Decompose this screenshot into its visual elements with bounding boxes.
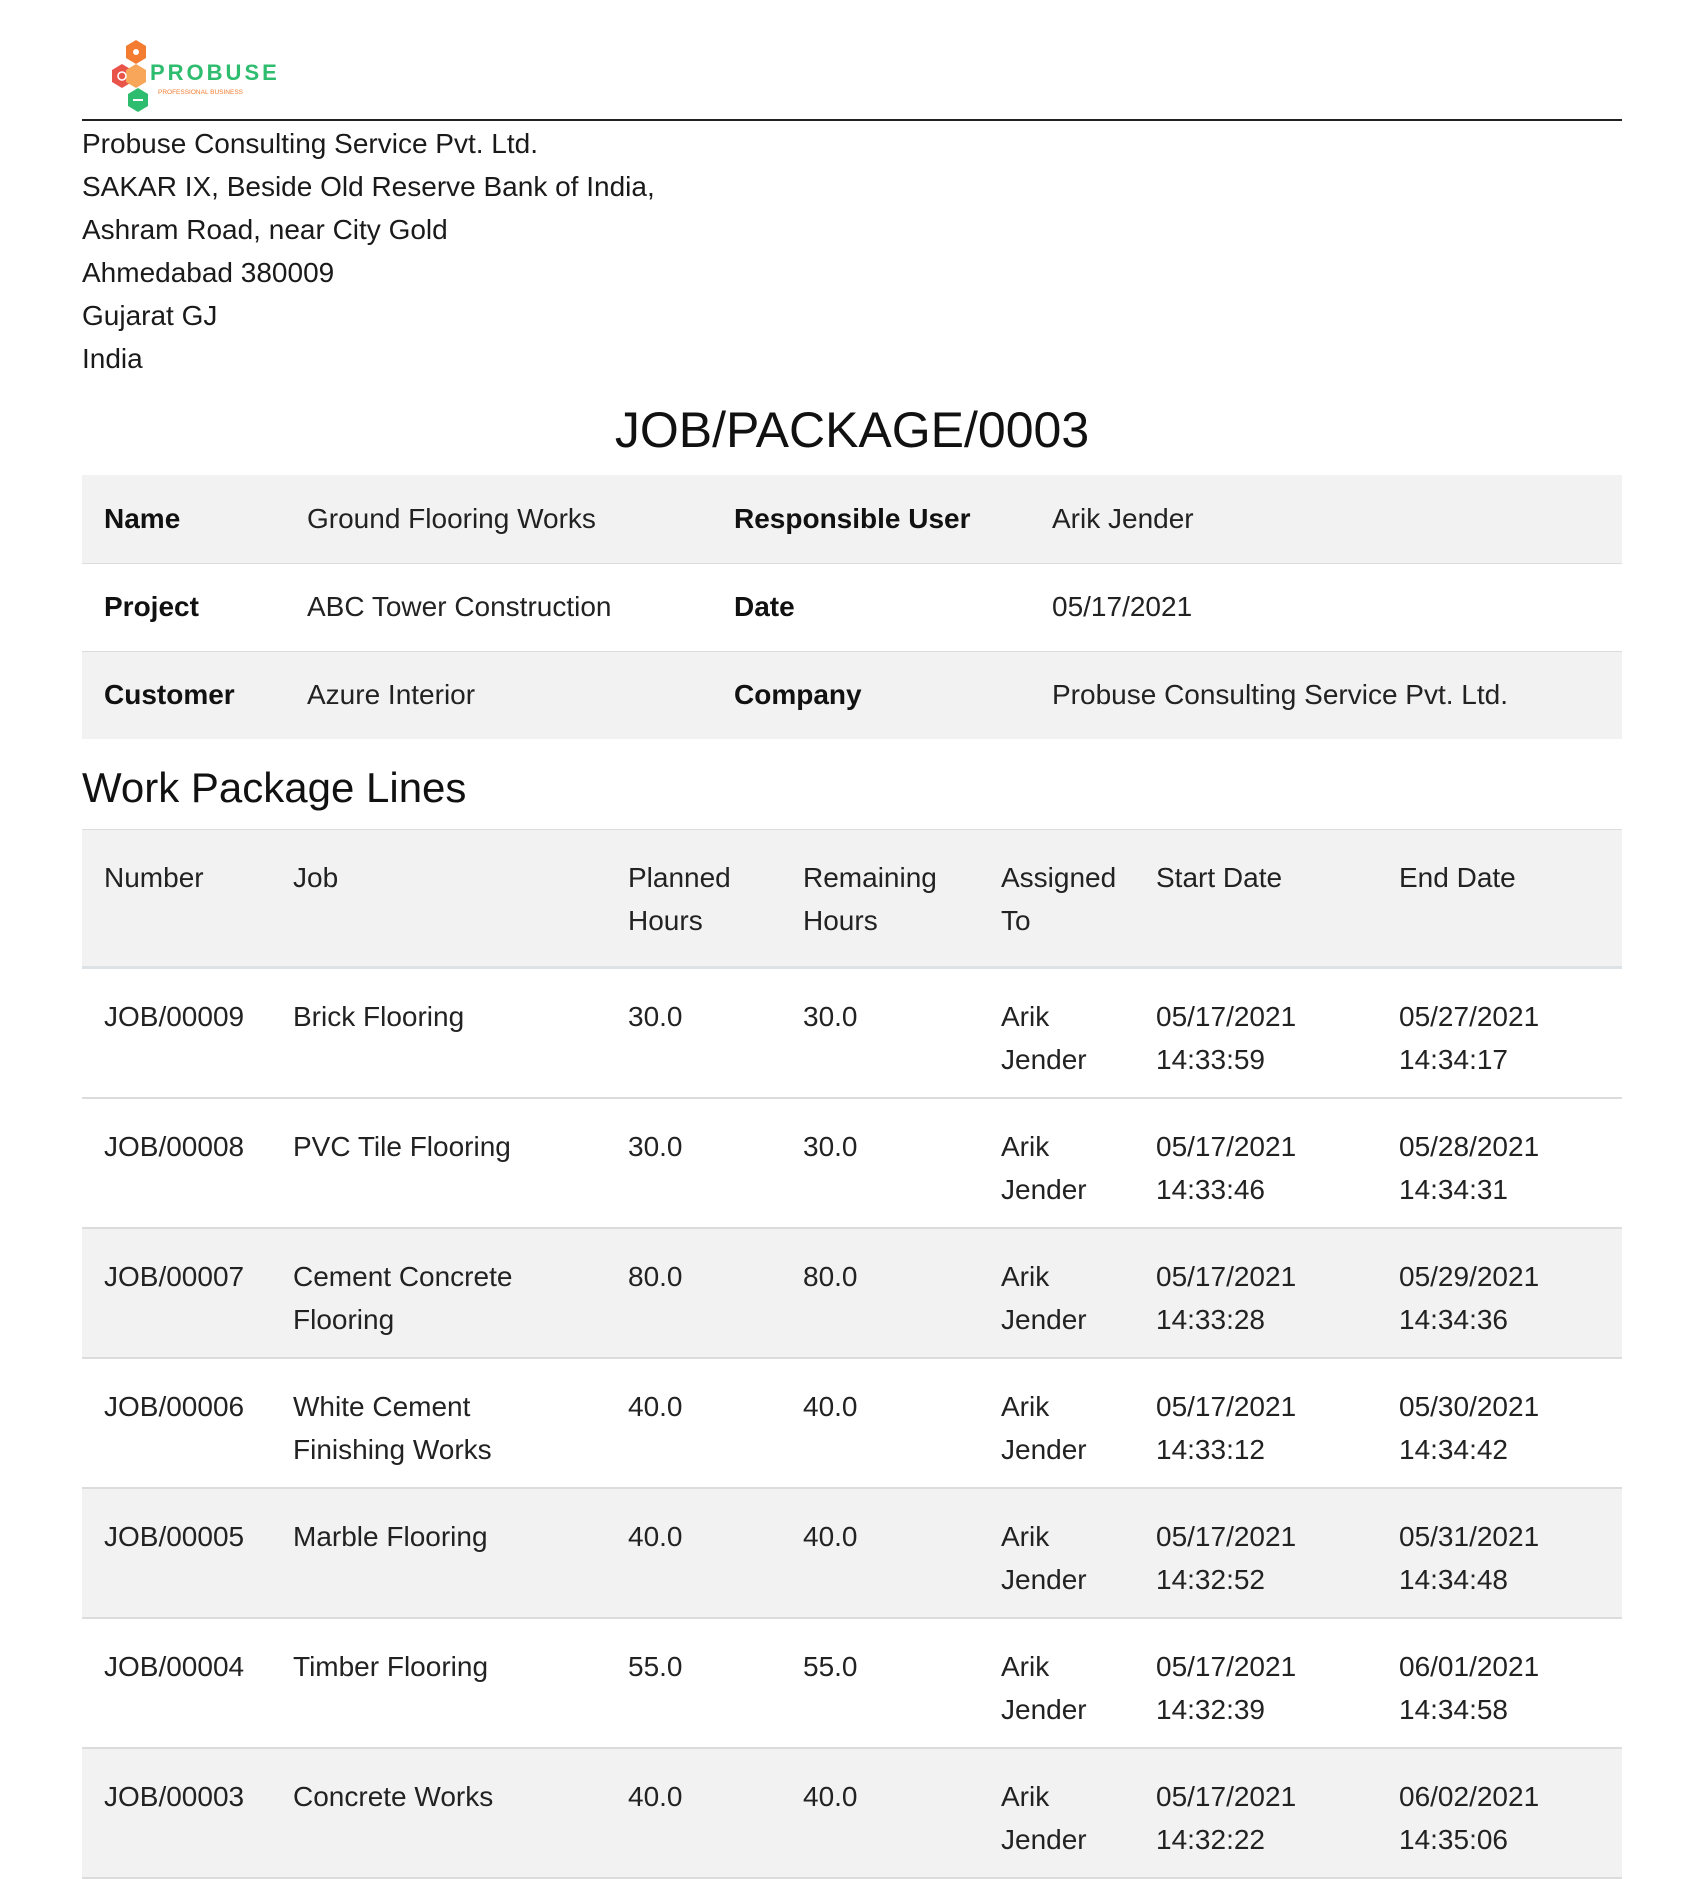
cell-start-date: 05/17/2021 14:33:46 bbox=[1134, 1097, 1377, 1229]
cell-number: JOB/00006 bbox=[82, 1357, 271, 1489]
cell-job: Brick Flooring bbox=[271, 967, 606, 1099]
cell-assigned-to: Arik Jender bbox=[979, 1617, 1134, 1749]
cell-planned-hours: 40.0 bbox=[606, 1747, 781, 1879]
cell-number: JOB/00007 bbox=[82, 1227, 271, 1359]
cell-remaining-hours: 30.0 bbox=[781, 1097, 979, 1229]
cell-number: JOB/00008 bbox=[82, 1097, 271, 1229]
svg-text:PROFESSIONAL BUSINESS: PROFESSIONAL BUSINESS bbox=[158, 89, 244, 96]
cell-planned-hours: 30.0 bbox=[606, 967, 781, 1099]
cell-start-date: 05/17/2021 14:32:22 bbox=[1134, 1747, 1377, 1879]
cell-planned-hours: 80.0 bbox=[606, 1227, 781, 1359]
table-row: JOB/00008 PVC Tile Flooring 30.0 30.0 Ar… bbox=[82, 1097, 1622, 1229]
project-value: ABC Tower Construction bbox=[285, 562, 712, 651]
cell-remaining-hours: 40.0 bbox=[781, 1357, 979, 1489]
column-header-assigned-to: Assigned To bbox=[979, 829, 1134, 969]
cell-assigned-to: Arik Jender bbox=[979, 1097, 1134, 1229]
cell-end-date: 05/29/2021 14:34:36 bbox=[1377, 1227, 1622, 1359]
info-row: Customer Azure Interior Company Probuse … bbox=[82, 650, 1622, 739]
cell-end-date: 05/30/2021 14:34:42 bbox=[1377, 1357, 1622, 1489]
cell-start-date: 05/17/2021 14:33:28 bbox=[1134, 1227, 1377, 1359]
company-label: Company bbox=[712, 650, 1030, 739]
probuse-logo-icon: PROBUSE PROFESSIONAL BUSINESS bbox=[112, 40, 277, 112]
cell-assigned-to: Arik Jender bbox=[979, 1747, 1134, 1879]
cell-planned-hours: 30.0 bbox=[606, 1097, 781, 1229]
customer-label: Customer bbox=[82, 650, 285, 739]
address-line: SAKAR IX, Beside Old Reserve Bank of Ind… bbox=[82, 171, 655, 202]
cell-end-date: 05/28/2021 14:34:31 bbox=[1377, 1097, 1622, 1229]
info-row: Name Ground Flooring Works Responsible U… bbox=[82, 475, 1622, 563]
cell-end-date: 06/01/2021 14:34:58 bbox=[1377, 1617, 1622, 1749]
cell-number: JOB/00004 bbox=[82, 1617, 271, 1749]
cell-remaining-hours: 40.0 bbox=[781, 1747, 979, 1879]
address-line: Ahmedabad 380009 bbox=[82, 257, 335, 288]
name-label: Name bbox=[104, 502, 181, 534]
cell-start-date: 05/17/2021 14:33:59 bbox=[1134, 967, 1377, 1099]
address-line: India bbox=[82, 343, 143, 374]
column-header-planned-hours: Planned Hours bbox=[606, 829, 781, 969]
header-divider bbox=[82, 119, 1622, 121]
cell-job: Timber Flooring bbox=[271, 1617, 606, 1749]
responsible-user-value: Arik Jender bbox=[1052, 502, 1194, 534]
date-label: Date bbox=[712, 562, 1030, 651]
document-title: JOB/PACKAGE/0003 bbox=[614, 402, 1090, 458]
cell-end-date: 05/27/2021 14:34:17 bbox=[1377, 967, 1622, 1099]
address-line: Gujarat GJ bbox=[82, 300, 218, 331]
company-name: Probuse Consulting Service Pvt. Ltd. bbox=[82, 128, 539, 159]
cell-end-date: 06/02/2021 14:35:06 bbox=[1377, 1747, 1622, 1879]
cell-start-date: 05/17/2021 14:32:39 bbox=[1134, 1617, 1377, 1749]
column-header-remaining-hours: Remaining Hours bbox=[781, 829, 979, 969]
cell-end-date: 05/31/2021 14:34:48 bbox=[1377, 1487, 1622, 1619]
info-row: Project ABC Tower Construction Date 05/1… bbox=[82, 562, 1622, 651]
name-value: Ground Flooring Works bbox=[307, 502, 596, 534]
table-row: JOB/00006 White Cement Finishing Works 40… bbox=[82, 1357, 1622, 1489]
cell-assigned-to: Arik Jender bbox=[979, 967, 1134, 1099]
cell-number: JOB/00009 bbox=[82, 967, 271, 1099]
column-header-start-date: Start Date bbox=[1134, 829, 1377, 969]
cell-planned-hours: 55.0 bbox=[606, 1617, 781, 1749]
cell-planned-hours: 40.0 bbox=[606, 1357, 781, 1489]
table-header-row: Number Job Planned Hours Remaining Hours A… bbox=[82, 829, 1622, 969]
cell-remaining-hours: 40.0 bbox=[781, 1487, 979, 1619]
cell-job: PVC Tile Flooring bbox=[271, 1097, 606, 1229]
column-header-end-date: End Date bbox=[1377, 829, 1622, 969]
cell-job: White Cement Finishing Works bbox=[271, 1357, 606, 1489]
column-header-job: Job bbox=[271, 829, 606, 969]
column-header-number: Number bbox=[82, 829, 271, 969]
cell-job: Concrete Works bbox=[271, 1747, 606, 1879]
company-value: Probuse Consulting Service Pvt. Ltd. bbox=[1030, 650, 1622, 739]
cell-number: JOB/00005 bbox=[82, 1487, 271, 1619]
table-row: JOB/00004 Timber Flooring 55.0 55.0 Arik… bbox=[82, 1617, 1622, 1749]
table-row: JOB/00009 Brick Flooring 30.0 30.0 Arik J… bbox=[82, 967, 1622, 1099]
work-package-lines-table: Number Job Planned Hours Remaining Hours A… bbox=[82, 829, 1622, 1879]
date-value: 05/17/2021 bbox=[1030, 562, 1622, 651]
company-logo: PROBUSE PROFESSIONAL BUSINESS bbox=[106, 36, 277, 122]
cell-job: Cement Concrete Flooring bbox=[271, 1227, 606, 1359]
cell-planned-hours: 40.0 bbox=[606, 1487, 781, 1619]
cell-job: Marble Flooring bbox=[271, 1487, 606, 1619]
cell-remaining-hours: 30.0 bbox=[781, 967, 979, 1099]
address-line: Ashram Road, near City Gold bbox=[82, 214, 448, 245]
cell-start-date: 05/17/2021 14:33:12 bbox=[1134, 1357, 1377, 1489]
cell-assigned-to: Arik Jender bbox=[979, 1487, 1134, 1619]
cell-assigned-to: Arik Jender bbox=[979, 1227, 1134, 1359]
table-row: JOB/00007 Cement Concrete Flooring 80.0 8… bbox=[82, 1227, 1622, 1359]
work-package-lines-title: Work Package Lines bbox=[82, 764, 467, 811]
table-row: JOB/00005 Marble Flooring 40.0 40.0 Arik… bbox=[82, 1487, 1622, 1619]
cell-start-date: 05/17/2021 14:32:52 bbox=[1134, 1487, 1377, 1619]
customer-value: Azure Interior bbox=[285, 650, 712, 739]
company-address: Probuse Consulting Service Pvt. Ltd. SAK… bbox=[82, 122, 655, 380]
cell-number: JOB/00003 bbox=[82, 1747, 271, 1879]
project-label: Project bbox=[82, 562, 285, 651]
cell-remaining-hours: 80.0 bbox=[781, 1227, 979, 1359]
cell-assigned-to: Arik Jender bbox=[979, 1357, 1134, 1489]
package-info-table: Name Ground Flooring Works Responsible U… bbox=[82, 475, 1622, 739]
svg-text:PROBUSE: PROBUSE bbox=[150, 60, 276, 85]
responsible-user-label: Responsible User bbox=[734, 502, 971, 534]
cell-remaining-hours: 55.0 bbox=[781, 1617, 979, 1749]
table-row: JOB/00003 Concrete Works 40.0 40.0 Arik J… bbox=[82, 1747, 1622, 1879]
